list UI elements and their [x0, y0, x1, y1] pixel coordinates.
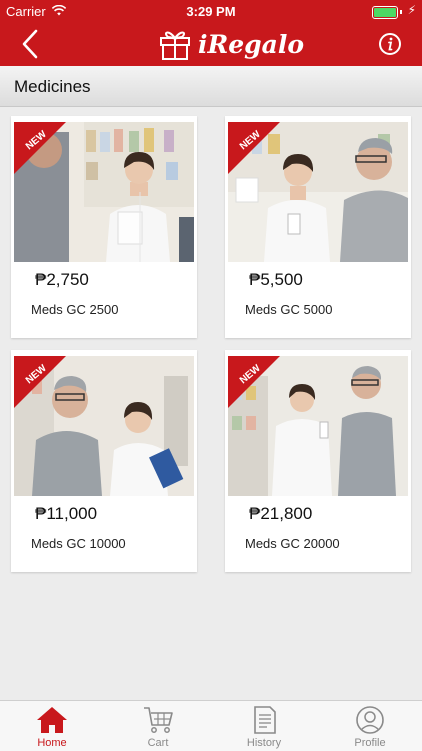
- product-name: Meds GC 10000: [31, 536, 126, 551]
- tab-cart[interactable]: Cart: [106, 701, 210, 751]
- battery-icon: [372, 6, 398, 19]
- product-image: NEW: [14, 356, 194, 496]
- product-price: ₱21,800: [249, 504, 313, 523]
- app-name: iRegalo: [198, 29, 305, 59]
- product-image: NEW: [228, 356, 408, 496]
- charging-icon: ⚡: [407, 3, 416, 17]
- product-card[interactable]: NEW ₱5,500 Meds GC 5000: [225, 116, 411, 338]
- tab-label: Cart: [147, 737, 169, 749]
- tab-label: Profile: [354, 737, 386, 749]
- back-button[interactable]: [16, 28, 46, 60]
- section-header: Medicines: [0, 66, 422, 107]
- product-name: Meds GC 5000: [245, 302, 333, 317]
- status-time: 3:29 PM: [186, 4, 236, 19]
- tab-bar: Home Cart History Profile: [0, 700, 422, 751]
- profile-icon: [356, 706, 384, 734]
- tab-history[interactable]: History: [212, 701, 316, 751]
- product-price: ₱2,750: [35, 270, 89, 289]
- tab-label: Home: [37, 737, 67, 749]
- tab-label: History: [246, 737, 282, 749]
- status-bar: Carrier 3:29 PM ⚡: [0, 0, 422, 22]
- product-name: Meds GC 2500: [31, 302, 119, 317]
- product-name: Meds GC 20000: [245, 536, 340, 551]
- product-image: NEW: [228, 122, 408, 262]
- product-image: NEW: [14, 122, 194, 262]
- section-title: Medicines: [14, 77, 91, 96]
- product-price: ₱11,000: [35, 504, 98, 523]
- app-logo: iRegalo: [158, 26, 304, 62]
- history-icon: [254, 706, 276, 734]
- cart-icon: [144, 707, 173, 733]
- home-icon: [37, 707, 67, 733]
- gift-icon: [160, 31, 190, 60]
- tab-profile[interactable]: Profile: [318, 701, 422, 751]
- product-card[interactable]: NEW ₱2,750 Meds GC 2500: [11, 116, 197, 338]
- product-card[interactable]: NEW ₱11,000 Meds GC 10000: [11, 350, 197, 572]
- battery-cap: [400, 10, 402, 14]
- tab-home[interactable]: Home: [0, 701, 104, 751]
- nav-bar: iRegalo: [0, 22, 422, 66]
- info-icon[interactable]: [378, 32, 402, 56]
- product-price: ₱5,500: [249, 270, 303, 289]
- product-card[interactable]: NEW ₱21,800 Meds GC 20000: [225, 350, 411, 572]
